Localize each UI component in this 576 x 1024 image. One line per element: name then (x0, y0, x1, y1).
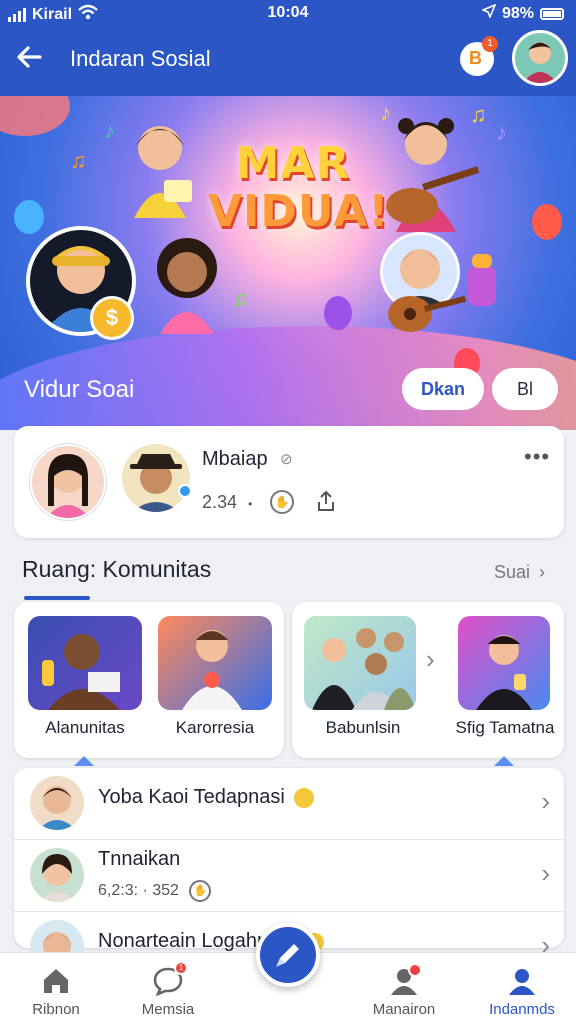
card-pointer (74, 756, 94, 766)
like-icon[interactable]: ✋ (270, 490, 294, 514)
community-group-card: Alanunitas Karorresia (14, 602, 284, 766)
post-count-value: 2.34 (202, 492, 238, 512)
community-tile[interactable] (458, 616, 550, 710)
notification-badge: 1 (174, 961, 188, 975)
chevron-right-icon[interactable]: › (541, 858, 550, 889)
battery-percent: 98% (501, 4, 534, 22)
community-label: Babunlsin (325, 718, 401, 737)
community-label: Sfig Tamatna (455, 718, 555, 737)
character-girl-curly (146, 234, 228, 334)
emoji-icon (294, 787, 315, 808)
post-count: 2.34 • (202, 492, 252, 513)
status-bar: Kirail 10:04 98% (0, 0, 576, 28)
post-card[interactable]: Mbaiap ⊘ 2.34 • ✋ ••• (14, 426, 564, 538)
community-group-card: Babunlsin › Sfig Tamatna (292, 602, 564, 766)
nav-label: Memsia (141, 1001, 195, 1018)
nav-label: Ribnon (32, 1001, 80, 1018)
balloon-icon (324, 296, 352, 330)
blob-decoration (0, 96, 70, 136)
section-tab-indicator (24, 596, 90, 600)
card-pointer (494, 756, 514, 766)
notification-letter: B (469, 48, 482, 68)
notification-button[interactable]: B 1 (460, 36, 498, 76)
see-more-label: Suai (494, 562, 531, 582)
see-more-link[interactable]: Suai › (494, 562, 545, 583)
location-icon (480, 3, 497, 23)
avatar (30, 776, 84, 830)
list-item[interactable]: Tnnaikan 6,2:3: · 352 ✋ › (14, 840, 564, 912)
profile-avatar[interactable] (512, 30, 568, 86)
avatar[interactable] (122, 444, 190, 512)
chevron-right-icon[interactable]: › (426, 644, 435, 675)
top-bar: Kirail 10:04 98% Indaran Sosial B 1 (0, 0, 576, 96)
post-author: Mbaiap (202, 448, 268, 470)
nav-home[interactable]: Ribnon (6, 953, 106, 1024)
battery-icon (540, 7, 564, 20)
community-label: Alanunitas (45, 718, 125, 737)
nav-people[interactable]: Manairon (354, 953, 454, 1024)
nav-profile[interactable]: Indanmds (472, 953, 572, 1024)
avatar (30, 848, 84, 902)
nav-label: Manairon (372, 1001, 436, 1018)
notification-badge: 1 (482, 36, 498, 52)
home-icon (40, 965, 72, 997)
community-label: Karorresia (175, 718, 255, 737)
chat-icon: 1 (152, 961, 188, 997)
hero-secondary-button[interactable]: Bl (492, 368, 558, 410)
compose-button[interactable] (256, 923, 320, 987)
music-note-icon: ♫ (70, 148, 87, 173)
hand-icon: ✋ (189, 880, 212, 902)
hero-title-line1: MAR (235, 138, 351, 189)
community-tile[interactable] (28, 616, 142, 710)
person-icon (388, 963, 422, 997)
music-note-icon: ♫ (232, 286, 249, 311)
balloon-icon (532, 204, 562, 240)
character-girl-guitar (382, 114, 482, 232)
alert-dot (408, 963, 422, 977)
community-tile[interactable] (304, 616, 416, 710)
app-bar: Indaran Sosial B 1 (0, 30, 576, 90)
chevron-right-icon: › (539, 562, 546, 582)
guitar-decoration (386, 286, 467, 336)
hero-banner: ♫ ♪ ♫ ♪ ♫ ♪ $ MAR VIDUA! Vidur Soai Dkan… (0, 96, 576, 430)
online-indicator (178, 484, 192, 498)
nav-label: Indanmds (489, 1001, 555, 1018)
hero-profile-name: Vidur Soai (24, 376, 135, 403)
list-item-subtitle: 6,2:3: · 352 ✋ (98, 880, 212, 902)
activity-list: Yoba Kaoi Tedapnasi › Tnnaikan 6,2:3: · … (14, 768, 564, 974)
list-item[interactable]: Yoba Kaoi Tedapnasi › (14, 768, 564, 840)
hero-primary-button[interactable]: Dkan (402, 368, 484, 410)
character-girl-book (118, 118, 202, 218)
verified-icon: ⊘ (280, 451, 293, 468)
section-title: Ruang: Komunitas (22, 556, 212, 582)
drink-cup-icon (464, 250, 500, 310)
chevron-right-icon[interactable]: › (541, 786, 550, 817)
list-item-title-text: Yoba Kaoi Tedapnasi (98, 786, 285, 808)
more-options-icon[interactable]: ••• (524, 444, 550, 470)
share-icon[interactable] (316, 490, 336, 518)
music-note-icon: ♪ (104, 118, 115, 143)
avatar[interactable] (30, 444, 106, 520)
back-arrow-icon[interactable] (14, 42, 46, 74)
nav-messages[interactable]: 1 Memsia (118, 953, 218, 1024)
list-item-title: Tnnaikan (98, 848, 181, 870)
page-title: Indaran Sosial (70, 46, 211, 71)
list-item-subtitle-text: 6,2:3: · 352 (98, 882, 179, 900)
profile-icon (506, 965, 538, 997)
community-tile[interactable] (158, 616, 272, 710)
list-item-title: Yoba Kaoi Tedapnasi (98, 786, 315, 809)
music-note-icon: ♪ (496, 120, 507, 145)
coin-icon: $ (90, 296, 134, 340)
post-separator: • (248, 497, 253, 511)
bottom-navigation: Ribnon 1 Memsia Manairon Indanmds (0, 923, 576, 1024)
hero-title-line2: VIDUA! (208, 186, 390, 237)
hero-title: MAR VIDUA! (208, 138, 390, 237)
balloon-icon (14, 200, 44, 234)
